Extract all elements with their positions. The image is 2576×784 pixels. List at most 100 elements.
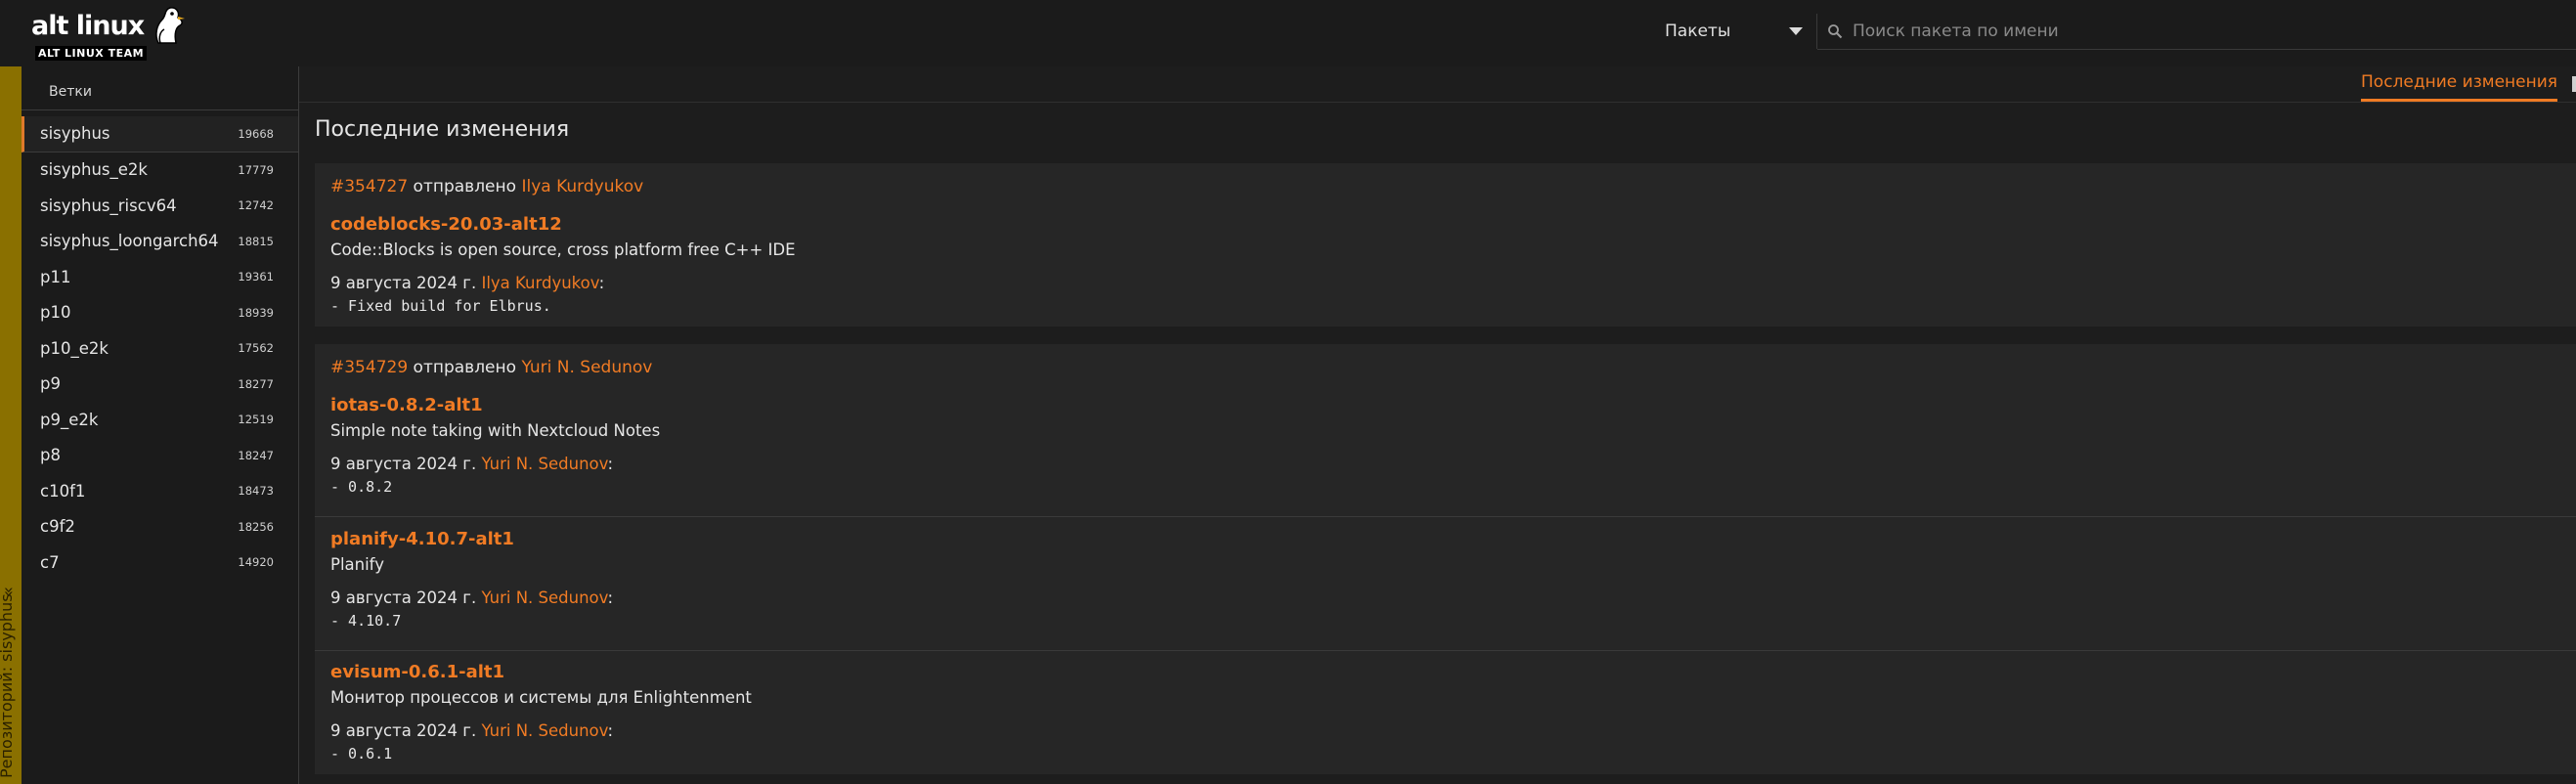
branch-name: p9_e2k — [40, 410, 99, 429]
branch-item-sisyphus[interactable]: sisyphus 19668 — [22, 116, 298, 152]
branch-name: p8 — [40, 446, 61, 465]
branch-item-c10f1[interactable]: c10f1 18473 — [22, 473, 298, 509]
colon: : — [607, 455, 614, 473]
branch-count: 18815 — [238, 234, 274, 248]
changelog-header: 9 августа 2024 г. Yuri N. Sedunov: — [330, 588, 613, 607]
branch-name: c7 — [40, 552, 60, 572]
repository-label-wrap: Репозиторий: sisyphus — [0, 573, 22, 778]
branch-item-p10-e2k[interactable]: p10_e2k 17562 — [22, 330, 298, 367]
task-header: #354727 отправлено Ilya Kurdyukov — [330, 177, 643, 196]
branch-item-sisyphus-e2k[interactable]: sisyphus_e2k 17779 — [22, 152, 298, 189]
changelog-date: 9 августа 2024 г. — [330, 455, 477, 473]
branch-count: 18277 — [238, 376, 274, 391]
search-type-label: Пакеты — [1665, 22, 1731, 41]
branch-item-p8[interactable]: p8 18247 — [22, 438, 298, 474]
branch-item-p11[interactable]: p11 19361 — [22, 259, 298, 295]
page-title: Последние изменения — [315, 117, 570, 142]
branch-count: 17562 — [238, 341, 274, 356]
logo-text: alt linux — [31, 11, 145, 41]
author-link[interactable]: Yuri N. Sedunov — [521, 358, 652, 377]
branch-item-sisyphus-riscv64[interactable]: sisyphus_riscv64 12742 — [22, 188, 298, 224]
branch-name: p9 — [40, 374, 61, 394]
branch-item-c7[interactable]: c7 14920 — [22, 544, 298, 581]
branch-item-sisyphus-loongarch64[interactable]: sisyphus_loongarch64 18815 — [22, 224, 298, 260]
divider — [22, 109, 298, 110]
alt-linux-logo[interactable]: alt linux ALT LINUX TEAM — [31, 6, 185, 61]
changelog-text: - 0.8.2 — [330, 478, 393, 496]
repository-label: Репозиторий: sisyphus — [0, 593, 16, 778]
package-link[interactable]: iotas-0.8.2-alt1 — [330, 395, 483, 415]
changelog-author-link[interactable]: Yuri N. Sedunov — [481, 721, 607, 740]
package-description: Code::Blocks is open source, cross platf… — [330, 240, 796, 259]
header: alt linux ALT LINUX TEAM Пакеты — [0, 0, 2576, 66]
branch-count: 18247 — [238, 448, 274, 462]
package-link[interactable]: planify-4.10.7-alt1 — [330, 529, 514, 549]
tab-bar: Последние изменения — [299, 66, 2576, 103]
branch-name: c10f1 — [40, 481, 86, 501]
sidebar-title: Ветки — [49, 84, 92, 100]
search-input[interactable] — [1851, 21, 2576, 42]
branch-item-p10[interactable]: p10 18939 — [22, 295, 298, 331]
task-card: #354727 отправлено Ilya Kurdyukov codebl… — [315, 163, 2576, 327]
search-box — [1817, 14, 2576, 50]
package-link[interactable]: evisum-0.6.1-alt1 — [330, 662, 504, 682]
branch-name: sisyphus_e2k — [40, 160, 148, 180]
changelog-author-link[interactable]: Yuri N. Sedunov — [481, 588, 607, 607]
branch-count: 12519 — [238, 413, 274, 427]
branch-item-p9-e2k[interactable]: p9_e2k 12519 — [22, 402, 298, 438]
changelog-header: 9 августа 2024 г. Ilya Kurdyukov: — [330, 274, 604, 292]
changelog-text: - 0.6.1 — [330, 745, 393, 762]
changelog-date: 9 августа 2024 г. — [330, 588, 477, 607]
package-description: Planify — [330, 555, 384, 574]
sent-label: отправлено — [413, 358, 517, 377]
colon: : — [607, 588, 614, 607]
package-description: Монитор процессов и системы для Enlighte… — [330, 688, 752, 707]
task-header: #354729 отправлено Yuri N. Sedunov — [330, 358, 652, 377]
package-description: Simple note taking with Nextcloud Notes — [330, 421, 661, 440]
branch-count: 17779 — [238, 162, 274, 177]
changelog-header: 9 августа 2024 г. Yuri N. Sedunov: — [330, 721, 613, 740]
chevron-down-icon — [1789, 27, 1803, 35]
changelog-date: 9 августа 2024 г. — [330, 274, 477, 292]
divider — [315, 650, 2576, 651]
sent-label: отправлено — [413, 177, 517, 196]
branch-count: 19361 — [238, 270, 274, 284]
branch-count: 18939 — [238, 305, 274, 320]
branch-item-c9f2[interactable]: c9f2 18256 — [22, 509, 298, 545]
task-card: #354729 отправлено Yuri N. Sedunov iotas… — [315, 344, 2576, 774]
changelog-text: - Fixed build for Elbrus. — [330, 297, 551, 315]
branch-count: 12742 — [238, 198, 274, 213]
branch-name: c9f2 — [40, 517, 75, 537]
package-link[interactable]: codeblocks-20.03-alt12 — [330, 214, 562, 235]
logo-subtitle: ALT LINUX TEAM — [35, 46, 148, 61]
changelog-header: 9 августа 2024 г. Yuri N. Sedunov: — [330, 455, 613, 473]
search-icon — [1828, 24, 1843, 39]
changelog-author-link[interactable]: Yuri N. Sedunov — [481, 455, 607, 473]
penguin-icon — [155, 7, 185, 44]
next-tab-edge[interactable] — [2572, 76, 2576, 92]
branches-sidebar: Ветки sisyphus 19668 sisyphus_e2k 17779 … — [22, 66, 299, 784]
changelog-text: - 4.10.7 — [330, 612, 402, 630]
branch-item-p9[interactable]: p9 18277 — [22, 367, 298, 403]
branch-count: 18473 — [238, 484, 274, 499]
branch-name: p10_e2k — [40, 338, 109, 358]
branch-name: sisyphus — [40, 124, 110, 144]
branch-name: sisyphus_loongarch64 — [40, 232, 219, 251]
tab-latest-changes[interactable]: Последние изменения — [2361, 72, 2557, 102]
changelog-date: 9 августа 2024 г. — [330, 721, 477, 740]
repository-collapse-bar[interactable]: Репозиторий: sisyphus « — [0, 66, 22, 784]
branch-name: sisyphus_riscv64 — [40, 196, 177, 215]
divider — [315, 516, 2576, 517]
author-link[interactable]: Ilya Kurdyukov — [521, 177, 643, 196]
branch-count: 19668 — [238, 126, 274, 141]
chevron-left-icon: « — [0, 586, 20, 598]
branch-list: sisyphus 19668 sisyphus_e2k 17779 sisyph… — [22, 116, 298, 581]
task-link[interactable]: #354729 — [330, 358, 408, 377]
branch-count: 14920 — [238, 555, 274, 570]
changelog-author-link[interactable]: Ilya Kurdyukov — [481, 274, 598, 292]
task-link[interactable]: #354727 — [330, 177, 408, 196]
search-type-select[interactable]: Пакеты — [1657, 14, 1817, 49]
colon: : — [607, 721, 614, 740]
branch-name: p10 — [40, 303, 71, 323]
branch-name: p11 — [40, 267, 71, 286]
